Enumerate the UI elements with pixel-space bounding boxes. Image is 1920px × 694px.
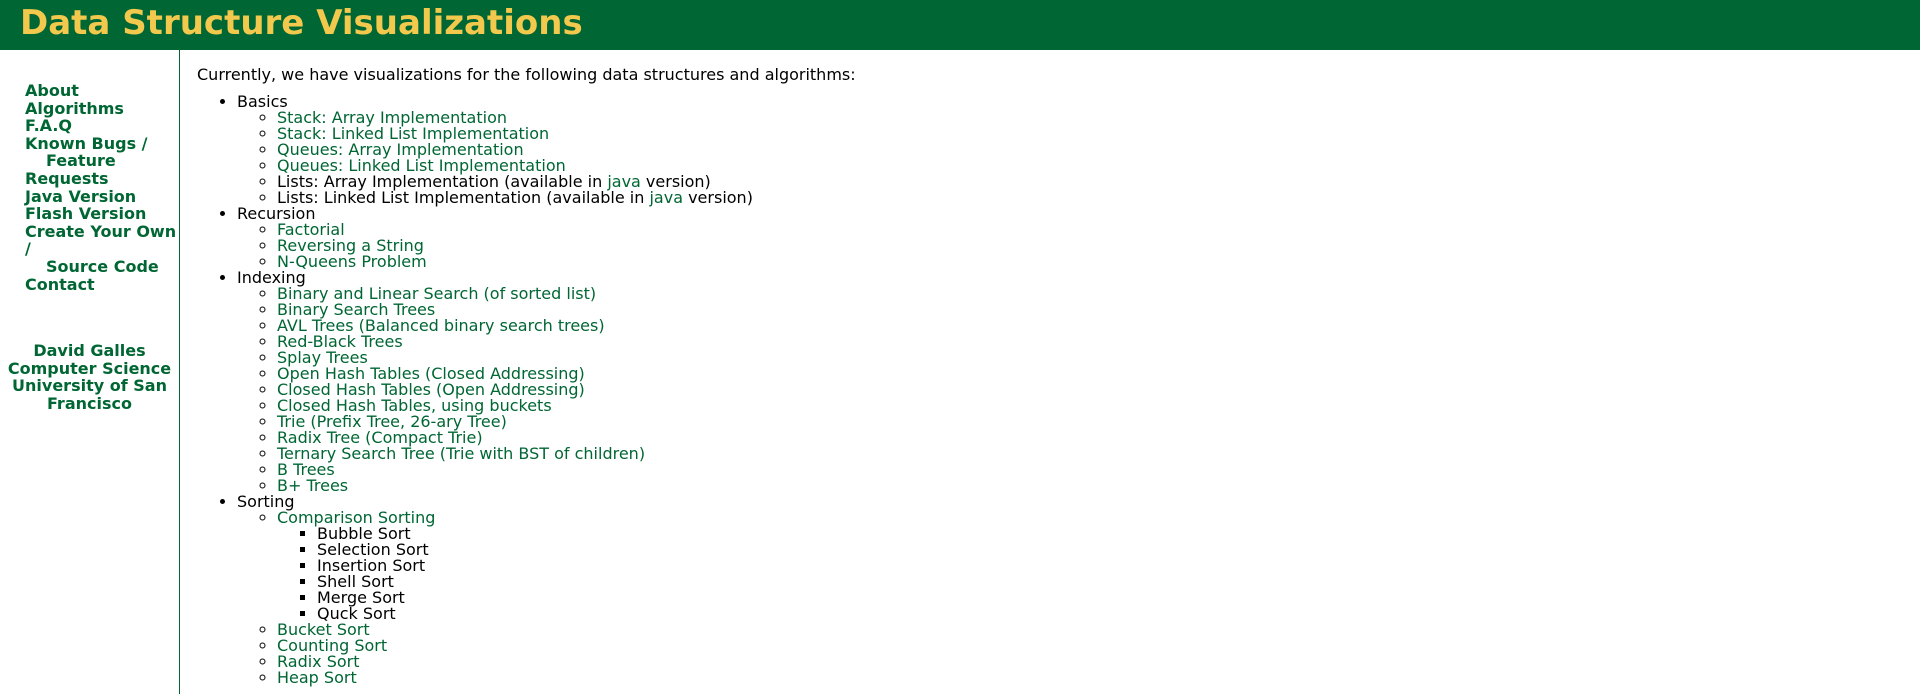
list-item: Insertion Sort xyxy=(317,558,1897,574)
list-item: Trie (Prefix Tree, 26-ary Tree) xyxy=(277,414,1897,430)
topic-sorting: Sorting Comparison Sorting Bubble Sort S… xyxy=(237,494,1897,686)
nav-algorithms-link[interactable]: Algorithms xyxy=(25,99,175,118)
list-item: Quck Sort xyxy=(317,606,1897,622)
nav-known-bugs-line-1: Known Bugs / xyxy=(25,133,148,153)
nav-source-code-line-1: Create Your Own xyxy=(25,221,177,241)
list-item: N-Queens Problem xyxy=(277,254,1897,270)
topic-indexing: Indexing Binary and Linear Search (of so… xyxy=(237,270,1897,494)
nav-faq-link[interactable]: F.A.Q xyxy=(25,117,175,135)
topic-list: Basics Stack: Array Implementation Stack… xyxy=(197,94,1897,686)
nav-about-link[interactable]: About xyxy=(25,82,175,100)
author-name: David Galles xyxy=(33,341,146,360)
list-item: B Trees xyxy=(277,462,1897,478)
list-item: Heap Sort xyxy=(277,670,1897,686)
nav-source-code-link[interactable]: Create Your Own / Source Code xyxy=(25,221,177,276)
nav-java-version-link[interactable]: Java Version xyxy=(25,187,175,206)
intro-text: Currently, we have visualizations for th… xyxy=(197,65,856,84)
topic-basics: Basics Stack: Array Implementation Stack… xyxy=(237,94,1897,206)
page-header: Data Structure Visualizations xyxy=(0,0,1920,50)
list-item: Selection Sort xyxy=(317,542,1897,558)
author-university-line-1: University of San xyxy=(12,376,167,396)
list-item: Merge Sort xyxy=(317,590,1897,606)
list-item: Lists: Linked List Implementation (avail… xyxy=(277,190,1897,206)
lists-linked-java-link[interactable]: java xyxy=(649,188,683,207)
heap-sort-link[interactable]: Heap Sort xyxy=(277,668,357,687)
list-item: Shell Sort xyxy=(317,574,1897,590)
sidebar-nav: About Algorithms F.A.Q Known Bugs / Feat… xyxy=(25,82,177,294)
list-item: Ternary Search Tree (Trie with BST of ch… xyxy=(277,446,1897,462)
lists-linked-version-text: version) xyxy=(683,188,753,207)
author-info: David Galles Computer Science University… xyxy=(0,342,179,412)
list-item: Comparison Sorting Bubble Sort Selection… xyxy=(277,510,1897,622)
nav-known-bugs-line-2: Feature xyxy=(46,151,116,171)
list-item: Radix Sort xyxy=(277,654,1897,670)
author-department: Computer Science xyxy=(7,358,172,378)
list-item: Red-Black Trees xyxy=(277,334,1897,350)
list-item: Bucket Sort xyxy=(277,622,1897,638)
main-content: Currently, we have visualizations for th… xyxy=(197,65,1897,686)
list-item: Counting Sort xyxy=(277,638,1897,654)
list-item: Binary and Linear Search (of sorted list… xyxy=(277,286,1897,302)
sidebar: About Algorithms F.A.Q Known Bugs / Feat… xyxy=(0,50,180,694)
author-university-line-2: Francisco xyxy=(47,393,132,413)
list-item: Factorial xyxy=(277,222,1897,238)
list-item: Bubble Sort xyxy=(317,526,1897,542)
nav-known-bugs-line-3: Requests xyxy=(25,168,109,188)
list-item: Closed Hash Tables, using buckets xyxy=(277,398,1897,414)
lists-linked-text: Lists: Linked List Implementation (avail… xyxy=(277,188,650,207)
nav-known-bugs-link[interactable]: Known Bugs / Feature Requests xyxy=(25,133,175,188)
page-title: Data Structure Visualizations xyxy=(20,3,583,43)
nav-contact-link[interactable]: Contact xyxy=(25,275,175,294)
list-item: Reversing a String xyxy=(277,238,1897,254)
topic-recursion: Recursion Factorial Reversing a String N… xyxy=(237,206,1897,270)
nav-source-code-line-3: Source Code xyxy=(46,256,159,276)
nav-source-code-line-2: / xyxy=(25,239,31,259)
list-item: B+ Trees xyxy=(277,478,1897,494)
nav-flash-version-link[interactable]: Flash Version xyxy=(25,205,175,223)
list-item: AVL Trees (Balanced binary search trees) xyxy=(277,318,1897,334)
